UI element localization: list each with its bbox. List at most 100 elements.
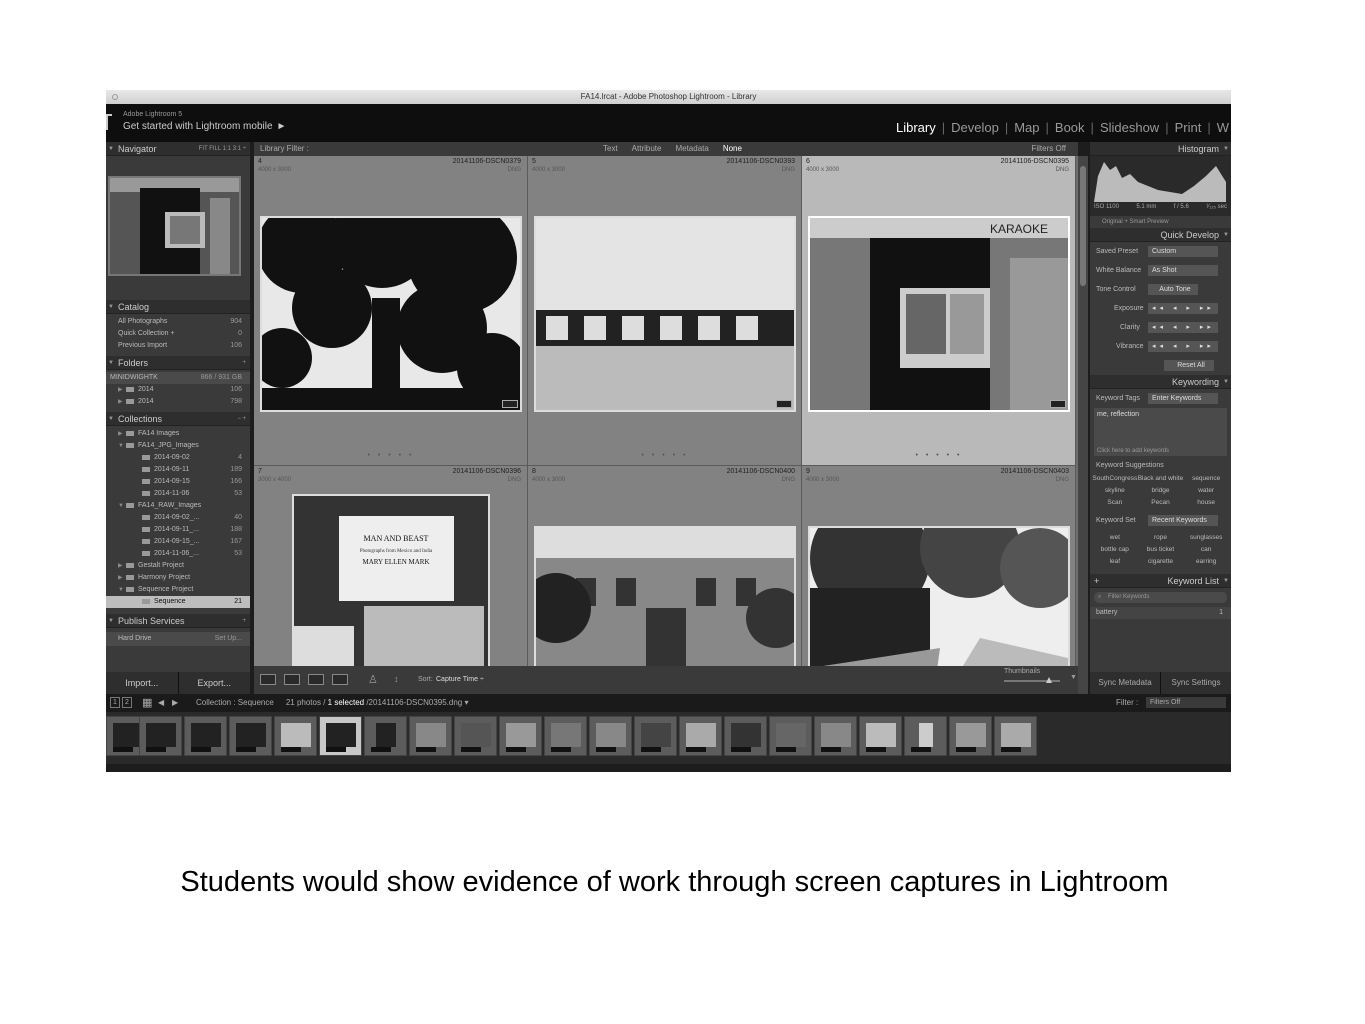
filter-none[interactable]: None (716, 142, 749, 156)
export-button[interactable]: Export... (179, 672, 251, 694)
grid-cell[interactable]: 8 20141106-DSCN0400 4000 x 3000 DNG (528, 466, 802, 666)
keyword-suggestion[interactable]: Pecan (1138, 497, 1184, 509)
navigator-header[interactable]: NavigatorFIT FILL 1:1 3:1 ÷ (106, 142, 250, 156)
filmstrip-thumb[interactable] (724, 716, 767, 756)
mobile-promo[interactable]: Get started with Lightroom mobile ► (123, 121, 286, 132)
collection-set[interactable]: ▶ FA14 Images (106, 428, 250, 440)
grid-toggle-icon[interactable]: ▦ (142, 694, 152, 712)
sync-metadata-button[interactable]: Sync Metadata (1090, 672, 1161, 694)
quick-develop-header[interactable]: Quick Develop (1090, 228, 1231, 242)
keyword-filter-input[interactable]: ⌕ Filter Keywords (1094, 592, 1227, 603)
filter-metadata[interactable]: Metadata (668, 142, 715, 156)
keyword-set-item[interactable]: bottle cap (1092, 544, 1138, 556)
keyword-set-item[interactable]: can (1183, 544, 1229, 556)
keyword-set-item[interactable]: cigarette (1138, 556, 1184, 568)
thumbnail-size-slider[interactable] (1004, 677, 1060, 683)
filmstrip-thumb[interactable] (769, 716, 812, 756)
sort-select[interactable]: Capture Time ÷ (436, 676, 484, 683)
toolbar-menu-icon[interactable]: ▼ (1070, 674, 1077, 681)
filmstrip-thumb[interactable] (364, 716, 407, 756)
painter-icon[interactable]: ♙ (368, 673, 378, 686)
folder-item[interactable]: ▶ 2014 106 (106, 384, 250, 396)
filmstrip-thumb-selected[interactable] (319, 716, 362, 756)
filmstrip-thumb[interactable] (499, 716, 542, 756)
auto-tone-button[interactable]: Auto Tone (1148, 284, 1198, 295)
collection-item[interactable]: 2014-09-11 189 (106, 464, 250, 476)
keyword-set-select[interactable]: Recent Keywords (1148, 515, 1218, 526)
reset-all-button[interactable]: Reset All (1164, 360, 1214, 371)
import-button[interactable]: Import... (106, 672, 179, 694)
volume-row[interactable]: MINIDWIGHTK 866 / 931 GB (106, 372, 250, 384)
collection-item[interactable]: 2014-09-15 166 (106, 476, 250, 488)
grid-cell[interactable]: 7 20141106-DSCN0396 3000 x 4000 DNG MAN AN… (254, 466, 528, 666)
survey-view-icon[interactable] (332, 674, 348, 685)
keyword-suggestion[interactable]: SouthCongress (1092, 473, 1138, 485)
keyword-suggestion[interactable]: Scan (1092, 497, 1138, 509)
keywords-field[interactable]: me, reflection Click here to add keyword… (1094, 408, 1227, 456)
scrollbar-thumb[interactable] (1080, 166, 1086, 286)
keyword-tags-select[interactable]: Enter Keywords (1148, 393, 1218, 404)
keyword-list-item[interactable]: battery 1 (1090, 607, 1231, 619)
collection-item[interactable]: 2014-11-06_... 53 (106, 548, 250, 560)
catalog-header[interactable]: Catalog (106, 300, 250, 314)
loupe-view-icon[interactable] (284, 674, 300, 685)
forward-arrow-icon[interactable]: ▶ (172, 694, 178, 712)
grid-scrollbar[interactable] (1078, 156, 1088, 694)
filmstrip-thumb[interactable] (229, 716, 272, 756)
module-library[interactable]: Library (890, 120, 942, 135)
collections-header[interactable]: Collections− + (106, 412, 250, 426)
window-close-icon[interactable] (112, 94, 118, 100)
filmstrip-thumb[interactable] (544, 716, 587, 756)
filmstrip-thumb[interactable] (634, 716, 677, 756)
grid-cell[interactable]: 4 20141106-DSCN0379 4000 x 3000 DNG • • … (254, 156, 528, 466)
catalog-item[interactable]: All Photographs 904 (106, 316, 250, 328)
grid-cell[interactable]: 5 20141106-DSCN0393 4000 x 3000 DNG • • • … (528, 156, 802, 466)
exposure-buttons[interactable]: ◂◂ ◂ ▸ ▸▸ (1148, 303, 1218, 314)
keyword-suggestion[interactable]: water (1183, 485, 1229, 497)
keyword-set-item[interactable]: leaf (1092, 556, 1138, 568)
module-web[interactable]: W (1211, 120, 1231, 135)
histogram-header[interactable]: Histogram (1090, 142, 1231, 156)
module-print[interactable]: Print (1169, 120, 1208, 135)
add-keyword-icon[interactable]: + (1094, 574, 1099, 588)
keyword-suggestion[interactable]: house (1183, 497, 1229, 509)
keyword-set-item[interactable]: bus ticket (1138, 544, 1184, 556)
module-develop[interactable]: Develop (945, 120, 1005, 135)
clarity-buttons[interactable]: ◂◂ ◂ ▸ ▸▸ (1148, 322, 1218, 333)
filter-text[interactable]: Text (596, 142, 625, 156)
add-keywords-placeholder[interactable]: Click here to add keywords (1097, 448, 1169, 454)
collection-item[interactable]: 2014-11-06 53 (106, 488, 250, 500)
filmstrip-filter-select[interactable]: Filters Off (1146, 697, 1226, 708)
vibrance-buttons[interactable]: ◂◂ ◂ ▸ ▸▸ (1148, 341, 1218, 352)
keywording-header[interactable]: Keywording (1090, 375, 1231, 389)
collection-item[interactable]: 2014-09-02_... 40 (106, 512, 250, 524)
filmstrip-thumb[interactable] (184, 716, 227, 756)
sync-settings-button[interactable]: Sync Settings (1161, 672, 1231, 694)
filmstrip-thumb[interactable] (679, 716, 722, 756)
catalog-item[interactable]: Quick Collection +0 (106, 328, 250, 340)
filmstrip-thumb[interactable] (409, 716, 452, 756)
keyword-set-item[interactable]: sunglasses (1183, 532, 1229, 544)
module-slideshow[interactable]: Slideshow (1094, 120, 1165, 135)
collection-set[interactable]: ▶ Harmony Project (106, 572, 250, 584)
screen-2-button[interactable]: 2 (122, 697, 132, 708)
filmstrip-thumb[interactable] (859, 716, 902, 756)
folders-header[interactable]: Folders+ (106, 356, 250, 370)
filmstrip-thumb[interactable] (814, 716, 857, 756)
collection-set[interactable]: ▼ Sequence Project (106, 584, 250, 596)
collection-set[interactable]: ▼ FA14_RAW_Images (106, 500, 250, 512)
filmstrip-thumb[interactable] (904, 716, 947, 756)
filmstrip-thumb[interactable] (454, 716, 497, 756)
filmstrip-thumb[interactable] (994, 716, 1037, 756)
keyword-set-item[interactable]: wet (1092, 532, 1138, 544)
publish-services-header[interactable]: Publish Services+ (106, 614, 250, 628)
collection-set[interactable]: ▼ FA14_JPG_Images (106, 440, 250, 452)
source-path[interactable]: Collection : Sequence 21 photos / 1 selec… (196, 694, 469, 712)
folder-item[interactable]: ▶ 2014 798 (106, 396, 250, 408)
filmstrip-thumb[interactable] (274, 716, 317, 756)
grid-view-icon[interactable] (260, 674, 276, 685)
publish-hard-drive[interactable]: Hard Drive Set Up... (106, 632, 250, 646)
collection-set[interactable]: ▶ Gestalt Project (106, 560, 250, 572)
keyword-suggestion[interactable]: skyline (1092, 485, 1138, 497)
compare-view-icon[interactable] (308, 674, 324, 685)
